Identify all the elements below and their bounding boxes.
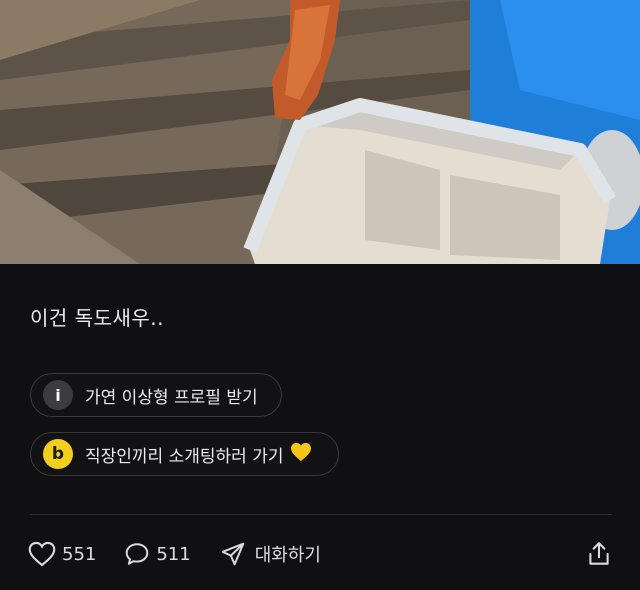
chat-label: 대화하기: [254, 545, 321, 566]
post-caption: 이건 독도새우..: [30, 306, 164, 330]
comment-button[interactable]: 511: [124, 541, 191, 567]
action-bar: 551 511 대화하기: [28, 536, 612, 572]
heart-outline-icon: [28, 541, 56, 567]
divider: [30, 514, 612, 515]
like-button[interactable]: 551: [28, 541, 96, 567]
share-button[interactable]: [586, 540, 612, 572]
post-photo[interactable]: [0, 0, 640, 264]
like-count: 551: [62, 543, 97, 565]
yellow-heart-icon: [290, 442, 312, 466]
comment-count: 511: [156, 543, 191, 565]
blind-date-link-chip[interactable]: b 직장인끼리 소개팅하러 가기: [30, 432, 339, 476]
chip-label: 직장인끼리 소개팅하러 가기: [85, 446, 284, 467]
send-icon: [219, 541, 247, 567]
b-logo-icon: b: [43, 439, 73, 469]
comment-bubble-icon: [124, 541, 150, 567]
chat-button[interactable]: 대화하기: [219, 541, 321, 567]
info-icon: i: [43, 380, 73, 410]
share-icon: [586, 542, 612, 572]
profile-link-chip[interactable]: i 가연 이상형 프로필 받기: [30, 373, 282, 417]
chip-label: 가연 이상형 프로필 받기: [85, 387, 258, 408]
